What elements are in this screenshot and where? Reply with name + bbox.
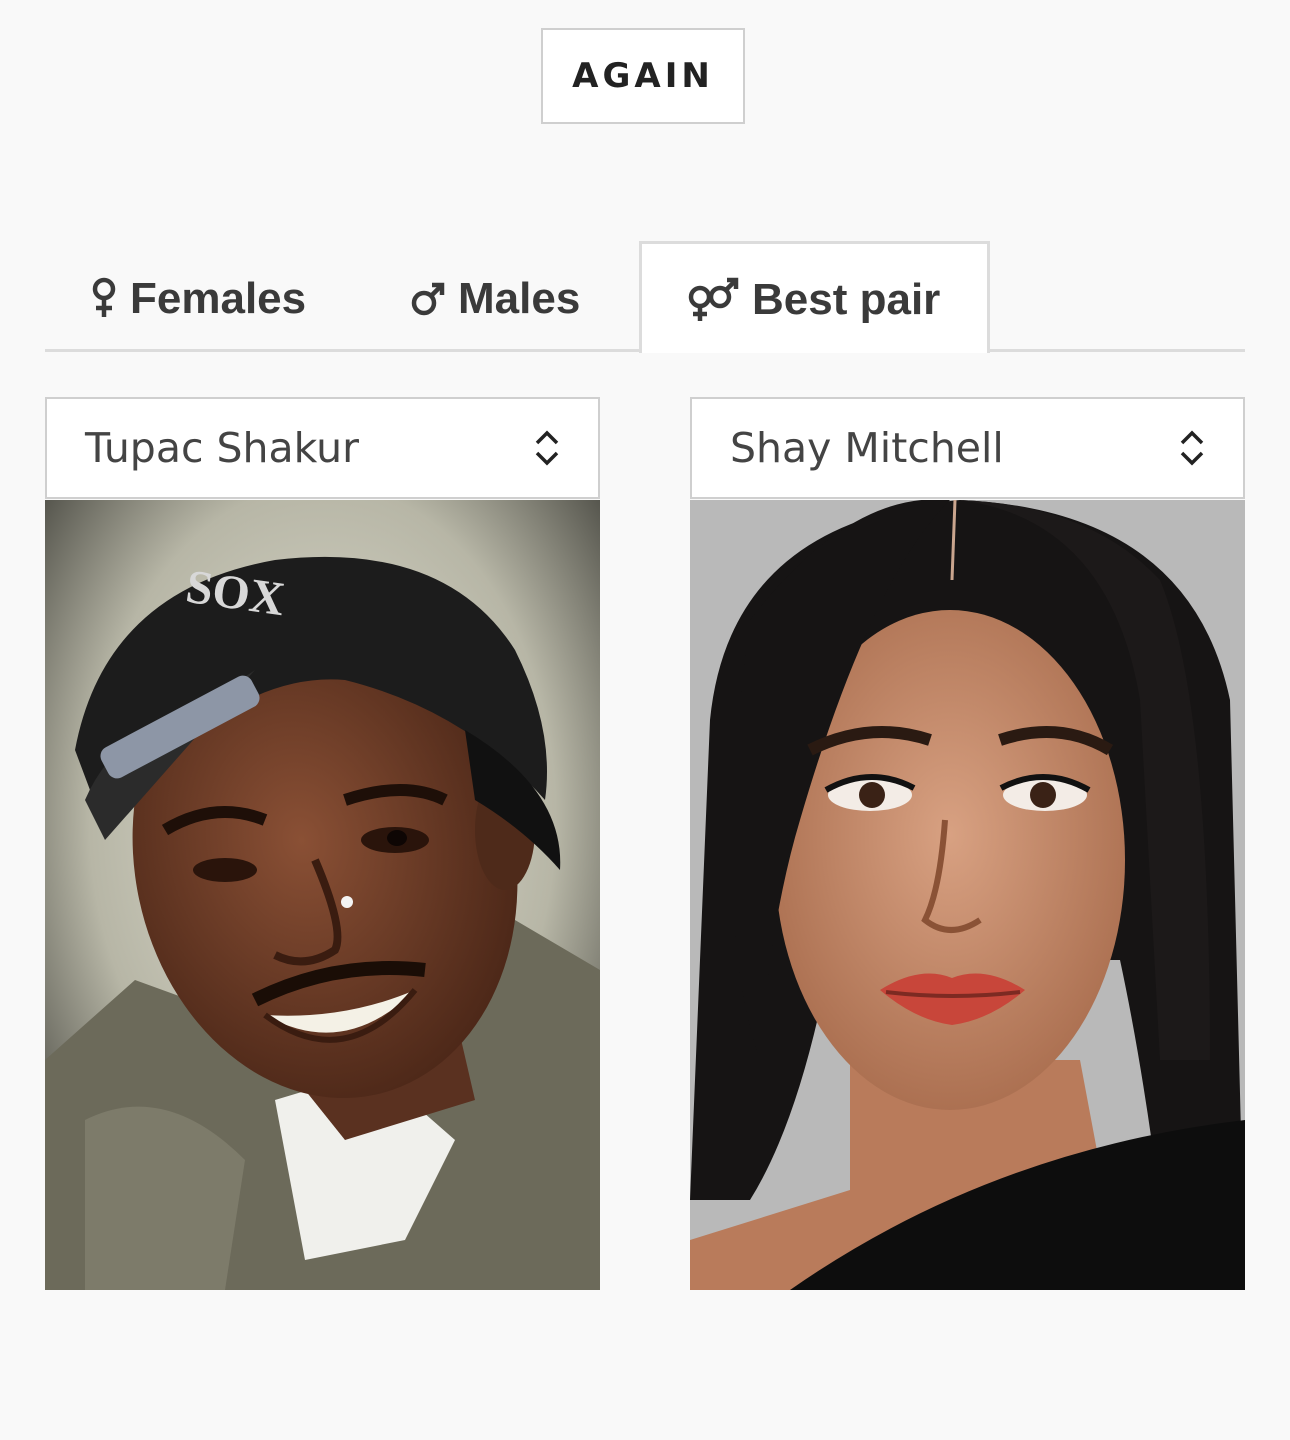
- gender-pair-icon: [686, 277, 740, 323]
- tab-label: Females: [130, 273, 307, 323]
- tab-best-pair[interactable]: Best pair: [639, 241, 990, 353]
- person-photo-right: [690, 500, 1245, 1290]
- tab-males[interactable]: Males: [410, 241, 580, 352]
- male-symbol-icon: [410, 279, 446, 319]
- tab-label: Males: [458, 273, 581, 323]
- female-symbol-icon: [90, 277, 118, 321]
- tab-bar: Females Males Best pair: [45, 241, 1245, 353]
- chevron-up-down-icon: [532, 429, 562, 467]
- select-value: Shay Mitchell: [730, 424, 1004, 472]
- person-photo-left: SOX: [45, 500, 600, 1290]
- tab-label: Best pair: [752, 274, 941, 324]
- chevron-up-down-icon: [1177, 429, 1207, 467]
- tab-females[interactable]: Females: [90, 241, 306, 352]
- person-select-right[interactable]: Shay Mitchell: [690, 397, 1245, 499]
- person-select-left[interactable]: Tupac Shakur: [45, 397, 600, 499]
- again-button[interactable]: AGAIN: [541, 28, 745, 124]
- select-value: Tupac Shakur: [85, 424, 359, 472]
